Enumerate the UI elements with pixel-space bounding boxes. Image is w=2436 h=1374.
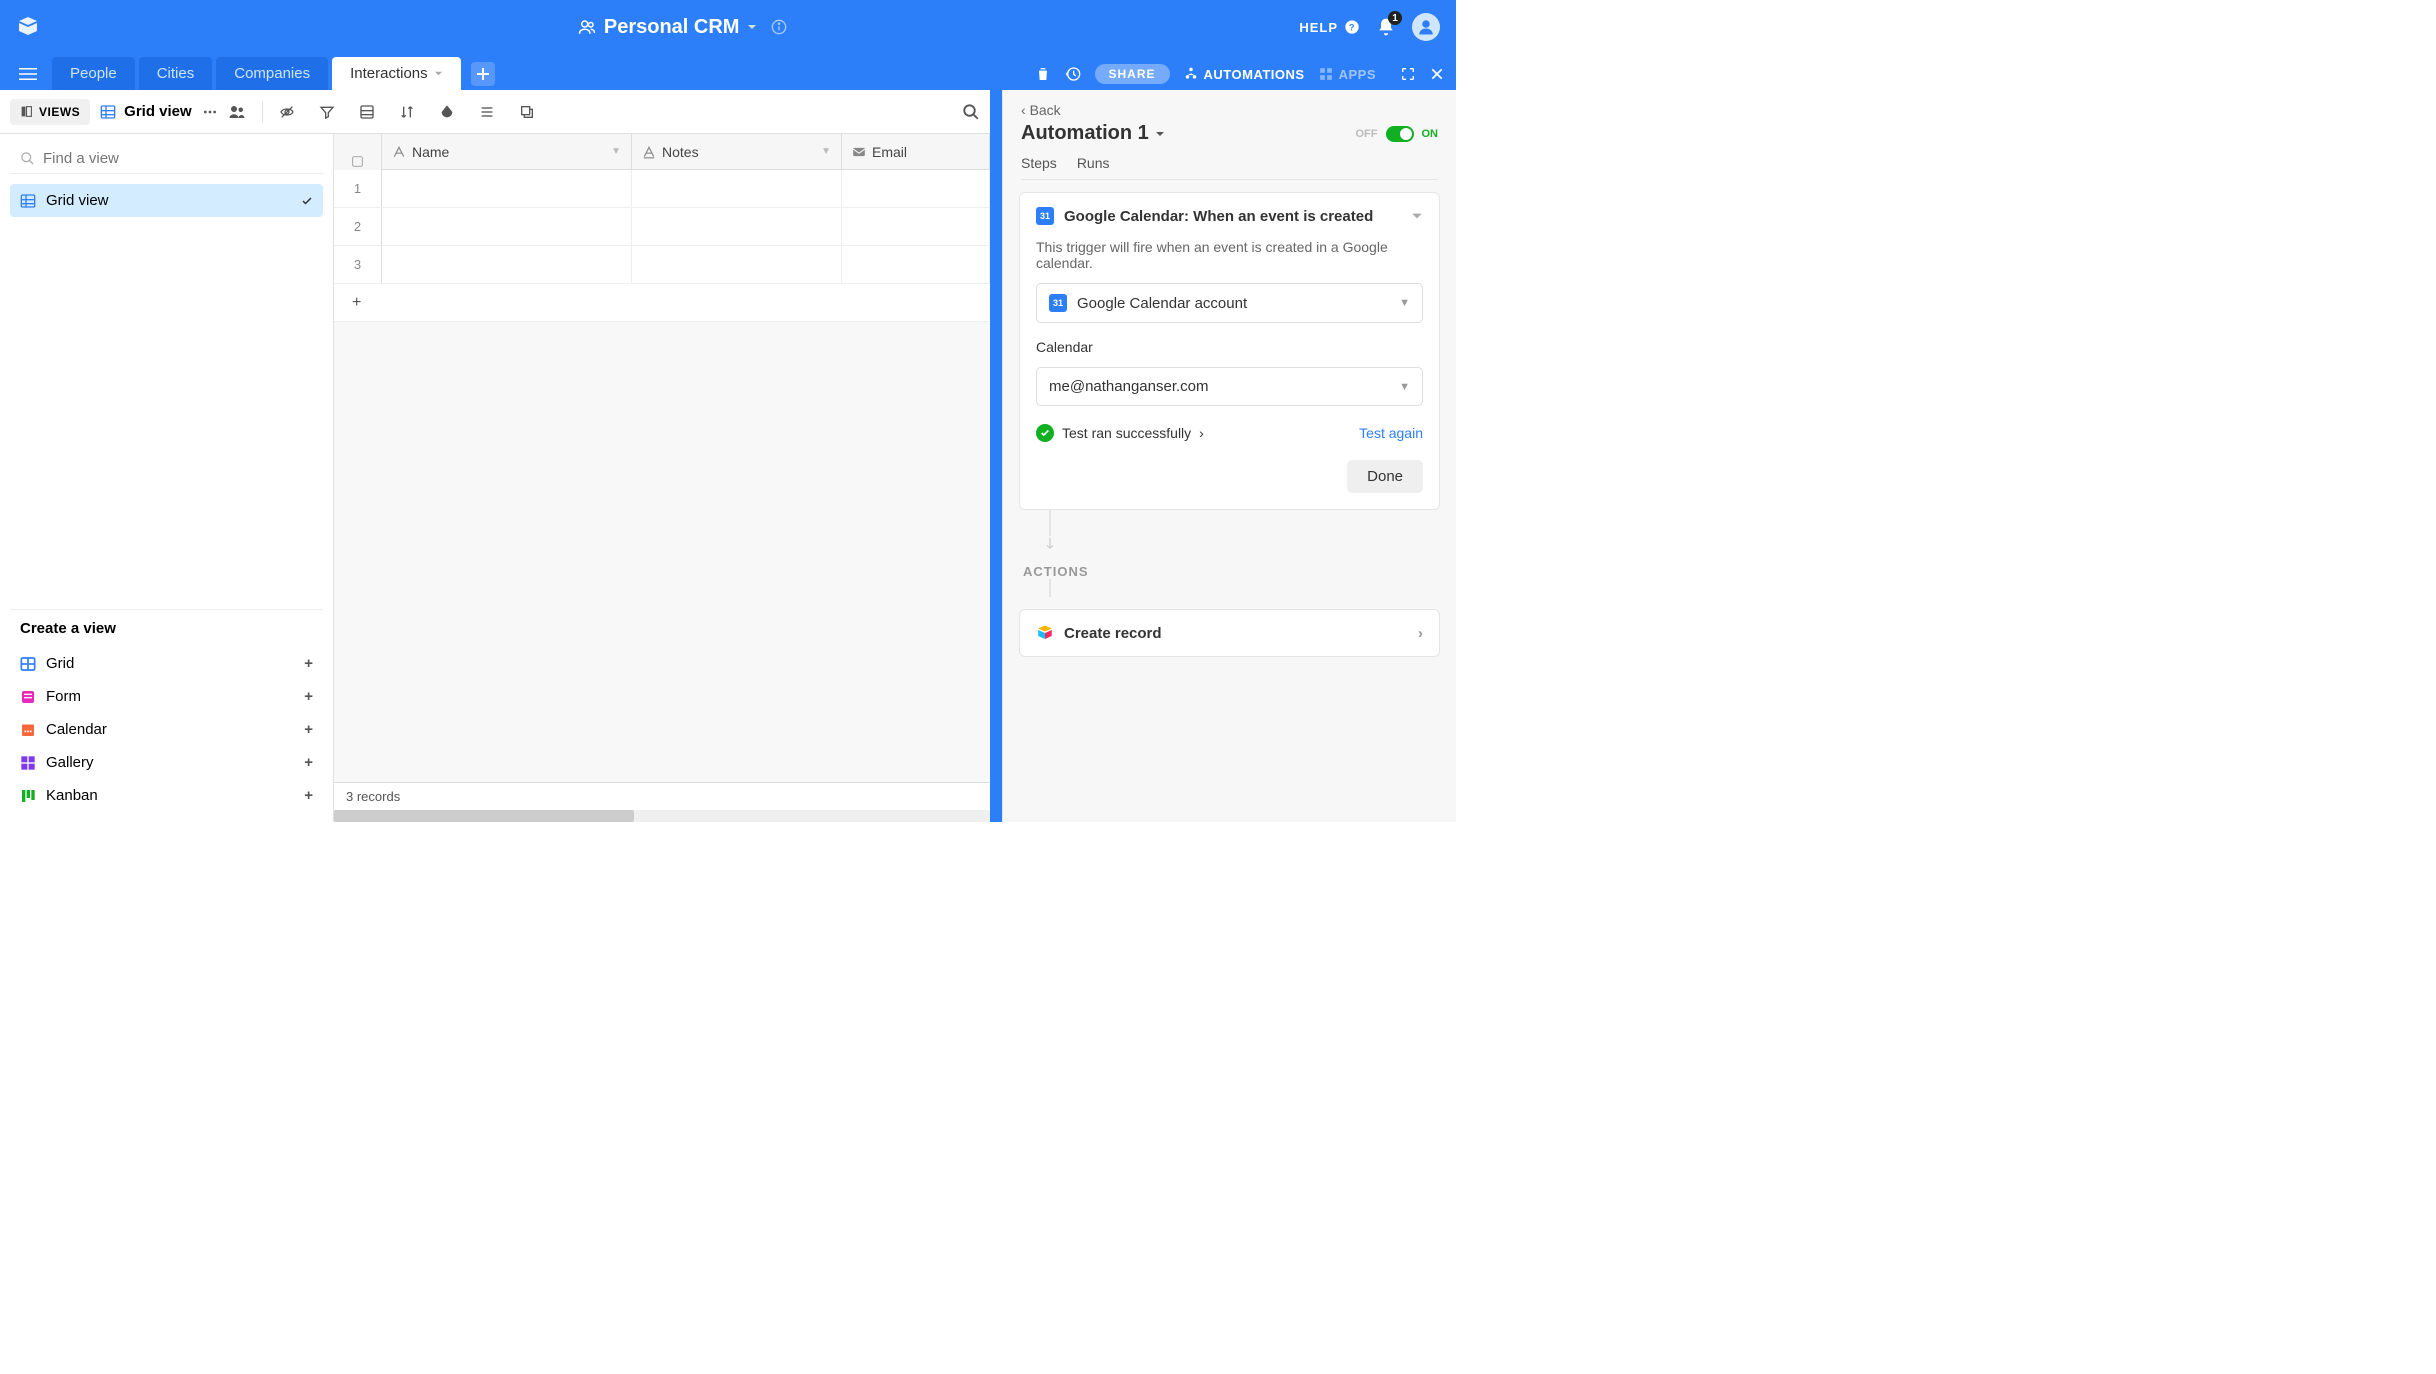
base-title[interactable]: Personal CRM (604, 16, 740, 39)
automation-title[interactable]: Automation 1 (1021, 122, 1165, 145)
back-link[interactable]: ‹ Back (1021, 102, 1061, 118)
find-view-input[interactable] (43, 150, 313, 167)
account-select[interactable]: 31 Google Calendar account ▼ (1036, 283, 1423, 323)
table-row[interactable]: 2 (334, 208, 990, 246)
automations-button[interactable]: AUTOMATIONS (1184, 67, 1305, 82)
svg-text:?: ? (1349, 22, 1355, 32)
people-icon (578, 18, 596, 36)
trigger-description: This trigger will fire when an event is … (1036, 239, 1423, 271)
table-row[interactable]: 3 (334, 246, 990, 284)
history-icon[interactable] (1065, 66, 1081, 82)
automation-toggle[interactable] (1386, 126, 1414, 142)
logo-icon[interactable] (16, 15, 66, 39)
column-header-notes[interactable]: Notes ▼ (632, 134, 842, 169)
trigger-step-header[interactable]: 31 Google Calendar: When an event is cre… (1020, 193, 1439, 239)
create-form-view[interactable]: Form+ (10, 680, 323, 713)
add-row-button[interactable]: + (334, 284, 990, 322)
calendar-label: Calendar (1036, 339, 1423, 355)
test-result[interactable]: Test ran successfully › (1036, 424, 1204, 442)
expand-icon[interactable] (1400, 66, 1416, 82)
test-again-link[interactable]: Test again (1359, 425, 1423, 441)
help-link[interactable]: HELP ? (1299, 19, 1360, 35)
sort-icon[interactable] (399, 104, 415, 120)
share-view-icon[interactable] (519, 104, 535, 120)
google-calendar-icon: 31 (1049, 294, 1067, 312)
view-options-icon[interactable] (202, 104, 218, 120)
check-icon (301, 195, 313, 207)
filter-icon[interactable] (319, 104, 335, 120)
horizontal-scrollbar[interactable] (334, 810, 990, 822)
view-item-grid[interactable]: Grid view (10, 184, 323, 217)
tab-people[interactable]: People (52, 57, 135, 90)
user-avatar[interactable] (1412, 13, 1440, 41)
success-icon (1036, 424, 1054, 442)
view-switcher[interactable]: Grid view (100, 103, 192, 120)
color-icon[interactable] (439, 104, 455, 120)
views-toggle[interactable]: VIEWS (10, 99, 90, 125)
tab-steps[interactable]: Steps (1021, 155, 1057, 179)
create-calendar-view[interactable]: Calendar+ (10, 713, 323, 746)
tab-interactions[interactable]: Interactions (332, 57, 461, 90)
column-header-email[interactable]: Email (842, 134, 990, 169)
action-step-create-record[interactable]: Create record › (1020, 610, 1439, 656)
hide-fields-icon[interactable] (279, 104, 295, 120)
search-button[interactable] (962, 103, 980, 121)
column-header-name[interactable]: Name ▼ (382, 134, 632, 169)
chevron-right-icon: › (1418, 625, 1423, 642)
tab-cities[interactable]: Cities (139, 57, 213, 90)
create-kanban-view[interactable]: Kanban+ (10, 779, 323, 812)
table-row[interactable]: 1 (334, 170, 990, 208)
notifications-button[interactable]: 1 (1376, 17, 1396, 37)
record-count: 3 records (334, 782, 990, 810)
create-view-header: Create a view (10, 609, 323, 647)
delete-icon[interactable] (1035, 66, 1051, 82)
airtable-icon (1036, 624, 1054, 642)
collaborators-icon[interactable] (228, 103, 246, 121)
menu-button[interactable] (12, 58, 44, 90)
close-panel-icon[interactable] (1430, 67, 1444, 81)
chevron-down-icon (1411, 210, 1423, 222)
search-icon (20, 151, 35, 166)
done-button[interactable]: Done (1347, 460, 1423, 493)
google-calendar-icon: 31 (1036, 207, 1054, 225)
apps-button[interactable]: APPS (1319, 67, 1376, 82)
share-button[interactable]: SHARE (1095, 64, 1170, 84)
create-grid-view[interactable]: Grid+ (10, 647, 323, 680)
chevron-down-icon[interactable]: ▼ (821, 146, 831, 157)
add-table-button[interactable] (471, 62, 495, 86)
create-gallery-view[interactable]: Gallery+ (10, 746, 323, 779)
chevron-down-icon[interactable]: ▼ (611, 146, 621, 157)
tab-runs[interactable]: Runs (1077, 155, 1110, 179)
tab-companies[interactable]: Companies (216, 57, 328, 90)
chevron-down-icon[interactable] (747, 22, 757, 32)
info-icon[interactable] (771, 19, 787, 35)
group-icon[interactable] (359, 104, 375, 120)
actions-section-label: ACTIONS (1023, 564, 1440, 579)
calendar-select[interactable]: me@nathanganser.com ▼ (1036, 367, 1423, 406)
notification-badge: 1 (1388, 11, 1402, 25)
row-height-icon[interactable] (479, 104, 495, 120)
